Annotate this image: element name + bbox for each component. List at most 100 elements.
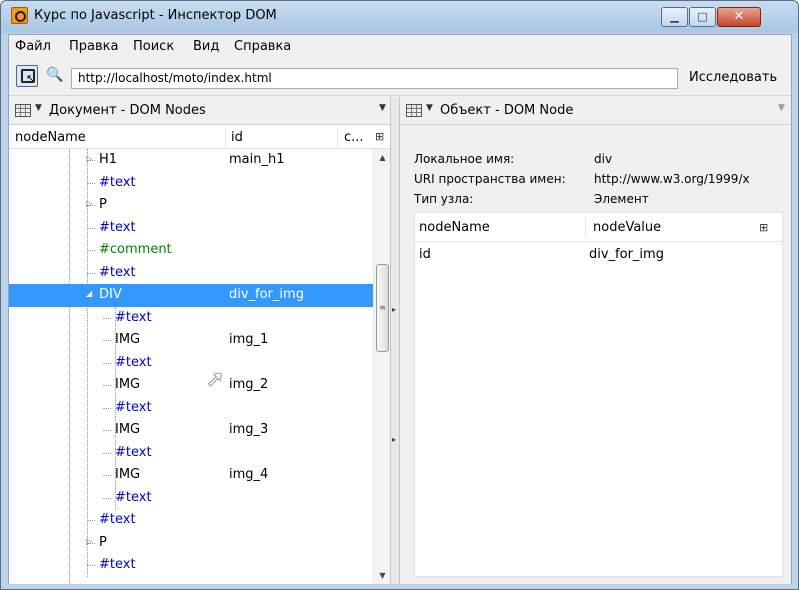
inspect-button[interactable]: Исследовать — [689, 70, 777, 85]
prop-label-local-name: Локальное имя: — [414, 152, 515, 166]
tree-connector — [103, 385, 111, 386]
tree-row[interactable]: #text — [9, 487, 373, 510]
node-name: IMG — [115, 332, 141, 347]
splitter-arrow-icon[interactable]: ▸ — [392, 435, 398, 444]
minimize-button[interactable]: ▁ — [661, 7, 688, 27]
node-name: IMG — [115, 377, 141, 392]
close-button[interactable]: ✕ — [717, 7, 761, 27]
node-name: #text — [99, 557, 136, 572]
pane-splitter[interactable]: ▸ ▸ — [390, 97, 400, 584]
node-name: #text — [115, 309, 152, 325]
column-id[interactable]: id — [231, 130, 243, 145]
tree-row[interactable]: #text — [9, 307, 373, 330]
binoculars-icon[interactable]: 🔍 — [46, 67, 63, 83]
panel-dropdown-icon[interactable]: ▼ — [426, 103, 433, 113]
column-attr-nodevalue[interactable]: nodeValue — [593, 220, 661, 235]
prop-label-namespace: URI пространства имен: — [414, 172, 566, 186]
tree-row[interactable]: ▷ H1 main_h1 — [9, 149, 373, 172]
node-id: img_3 — [229, 422, 269, 437]
tree-row[interactable]: #text — [9, 217, 373, 240]
minimize-icon: ▁ — [670, 10, 679, 23]
collapse-icon[interactable]: ◢ — [86, 289, 92, 298]
address-toolbar: 🔍 http://localhost/moto/index.html Иссле… — [9, 60, 791, 96]
tree-row[interactable]: IMG img_3 — [9, 419, 373, 442]
expand-icon[interactable]: ▷ — [86, 537, 92, 546]
scroll-down-icon[interactable]: ▼ — [374, 567, 391, 584]
tree-row[interactable]: ▷ P — [9, 532, 373, 555]
tree-row[interactable]: IMG img_2 — [9, 374, 373, 397]
inspect-element-button[interactable] — [16, 65, 38, 87]
column-c[interactable]: c... — [344, 130, 364, 145]
splitter-arrow-icon[interactable]: ▸ — [392, 305, 398, 314]
app-window: Курс по Javascript - Инспектор DOM ▁ □ ✕… — [0, 0, 799, 590]
tree-row[interactable]: #text — [9, 172, 373, 195]
attributes-table: nodeName nodeValue ⊞ id div_for_img — [414, 212, 783, 577]
tree-connector — [103, 475, 111, 476]
menu-search[interactable]: Поиск — [133, 39, 174, 54]
tree-connector — [103, 430, 111, 431]
column-separator[interactable] — [337, 128, 338, 147]
url-input[interactable]: http://localhost/moto/index.html — [71, 68, 678, 89]
close-icon: ✕ — [733, 9, 745, 24]
object-pane-title[interactable]: Объект - DOM Node — [440, 103, 573, 118]
tree-connector — [87, 227, 95, 229]
attr-value: div_for_img — [589, 247, 664, 262]
node-name: #text — [115, 354, 152, 370]
tree-connector — [103, 497, 111, 499]
scroll-grip-icon: ≡ — [379, 303, 386, 312]
tree-connector — [103, 340, 111, 341]
maximize-button[interactable]: □ — [689, 7, 716, 27]
tree-row[interactable]: ▷ P — [9, 194, 373, 217]
panel-dropdown-icon[interactable]: ▼ — [35, 103, 42, 113]
panel-grid-icon[interactable] — [15, 104, 31, 117]
node-id: img_4 — [229, 467, 269, 482]
tree-row[interactable]: #text — [9, 352, 373, 375]
panel-grid-icon[interactable] — [406, 104, 422, 117]
menu-view[interactable]: Вид — [193, 39, 219, 54]
menu-edit[interactable]: Правка — [69, 39, 118, 54]
prop-value-local-name: div — [594, 152, 613, 166]
column-nodename[interactable]: nodeName — [15, 130, 86, 145]
tree-row[interactable]: #text — [9, 442, 373, 465]
title-bar[interactable]: Курс по Javascript - Инспектор DOM ▁ □ ✕ — [1, 1, 798, 33]
table-row[interactable]: id div_for_img — [415, 243, 782, 265]
node-name: P — [99, 534, 107, 550]
tree-column-header: nodeName id c... ⊞ — [9, 126, 390, 149]
tree-row[interactable]: #text — [9, 262, 373, 285]
tree-row[interactable]: #comment — [9, 239, 373, 262]
expand-icon[interactable]: ▷ — [86, 199, 92, 208]
tree-row[interactable]: #text — [9, 509, 373, 532]
tree-scrollbar[interactable]: ▲ ≡ ▼ — [373, 149, 390, 584]
window-title: Курс по Javascript - Инспектор DOM — [34, 8, 277, 23]
tree-connector — [103, 362, 111, 364]
node-id: img_1 — [229, 332, 269, 347]
client-area: Файл Правка Поиск Вид Справка 🔍 http://l… — [8, 34, 792, 584]
column-separator[interactable] — [585, 218, 586, 237]
column-separator[interactable] — [225, 128, 226, 147]
document-pane-title[interactable]: Документ - DOM Nodes — [49, 103, 206, 118]
node-name: DIV — [99, 287, 122, 302]
column-picker-icon[interactable]: ⊞ — [759, 221, 768, 234]
node-id: img_2 — [229, 377, 269, 392]
scroll-thumb[interactable]: ≡ — [376, 264, 389, 352]
tree-connector — [103, 407, 111, 409]
node-id: main_h1 — [229, 152, 285, 167]
tree-row[interactable]: #text — [9, 554, 373, 577]
node-name: #text — [99, 512, 136, 527]
expand-icon[interactable]: ▷ — [86, 154, 92, 163]
node-name: #text — [99, 264, 136, 280]
panel-menu-icon[interactable]: ▼ — [379, 103, 386, 113]
menu-file[interactable]: Файл — [15, 39, 51, 54]
tree-connector — [103, 452, 111, 454]
column-attr-nodename[interactable]: nodeName — [419, 220, 490, 235]
scroll-up-icon[interactable]: ▲ — [374, 149, 391, 166]
tree-row[interactable]: ◢ DIV div_for_img — [9, 284, 373, 307]
menu-help[interactable]: Справка — [234, 39, 291, 54]
tree-row[interactable]: IMG img_4 — [9, 464, 373, 487]
column-picker-icon[interactable]: ⊞ — [375, 130, 384, 143]
node-name: H1 — [99, 152, 118, 167]
panel-menu-icon[interactable]: ▼ — [778, 103, 785, 113]
object-pane-header: ▼ Объект - DOM Node ▼ — [400, 97, 791, 125]
tree-row[interactable]: #text — [9, 397, 373, 420]
tree-row[interactable]: IMG img_1 — [9, 329, 373, 352]
